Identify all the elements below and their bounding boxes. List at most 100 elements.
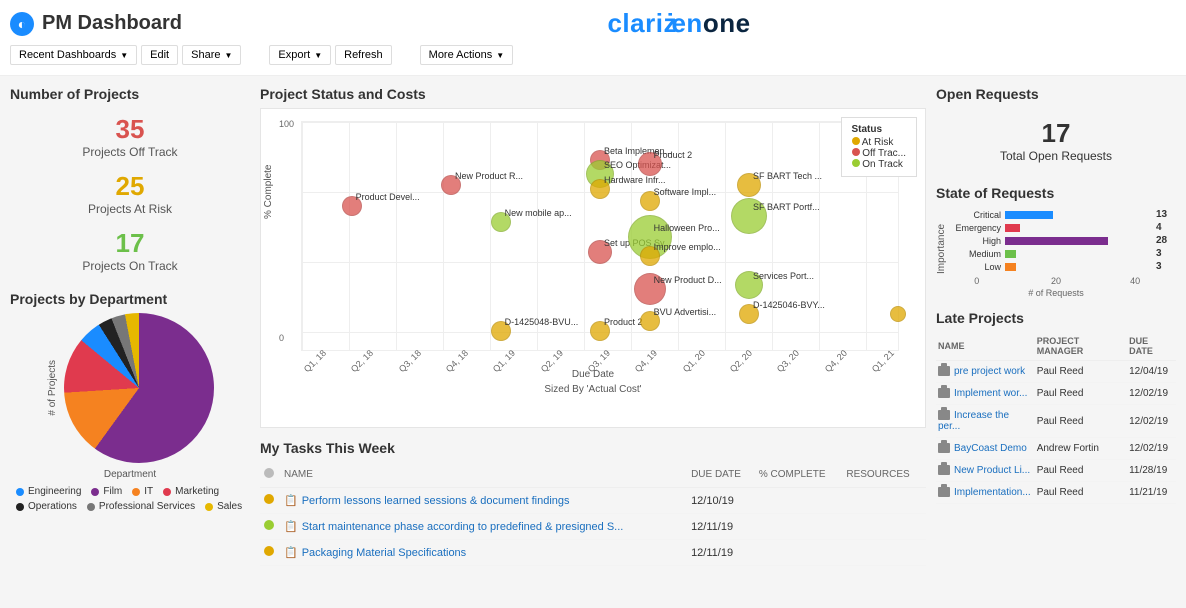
more-actions-button[interactable]: More Actions▼: [420, 45, 514, 65]
y-axis-label: Importance: [936, 207, 947, 274]
open-requests-stat[interactable]: 17 Total Open Requests: [936, 108, 1176, 173]
bar: [1005, 237, 1108, 245]
project-due: 12/04/19: [1127, 361, 1176, 383]
share-button[interactable]: Share▼: [182, 45, 241, 65]
state-of-requests-widget: State of Requests Importance Critical13 E…: [936, 185, 1176, 298]
toolbar: Recent Dashboards▼ Edit Share▼ Export▼ R…: [0, 41, 1186, 76]
column-header[interactable]: DUE DATE: [687, 462, 755, 488]
recent-dashboards-button[interactable]: Recent Dashboards▼: [10, 45, 137, 65]
bubble-chart[interactable]: % Complete 100 0 Product Devel...New Pro…: [260, 108, 926, 428]
table-row[interactable]: BayCoast Demo Andrew Fortin12/02/19: [936, 438, 1176, 460]
my-tasks-widget: My Tasks This Week NAMEDUE DATE% COMPLET…: [260, 440, 926, 566]
status-legend: Status At Risk Off Trac... On Track: [841, 117, 918, 177]
status-dot-icon: [264, 494, 274, 504]
table-row[interactable]: 📋 Packaging Material Specifications 12/11/…: [260, 540, 926, 566]
export-button[interactable]: Export▼: [269, 45, 331, 65]
table-row[interactable]: pre project work Paul Reed12/04/19: [936, 361, 1176, 383]
bar-row[interactable]: High28: [951, 235, 1176, 246]
widget-title: State of Requests: [936, 185, 1176, 201]
app-logo-icon: ◐: [10, 12, 34, 36]
stat-off-track[interactable]: 35 Projects Off Track: [10, 108, 250, 165]
briefcase-icon: [938, 410, 950, 420]
project-name: pre project work: [954, 366, 1025, 377]
table-row[interactable]: New Product Li...Paul Reed11/28/19: [936, 460, 1176, 482]
table-row[interactable]: 📋Start maintenance phase according to pr…: [260, 514, 926, 540]
edit-button[interactable]: Edit: [141, 45, 178, 65]
bar-row[interactable]: Low3: [951, 261, 1176, 272]
legend-item[interactable]: IT: [132, 486, 153, 497]
bar-chart[interactable]: Critical13 Emergency4 High28 Medium3 Low3: [951, 207, 1176, 274]
bubble-point[interactable]: [890, 306, 906, 322]
legend-item[interactable]: Film: [91, 486, 122, 497]
table-row[interactable]: Increase the per...Paul Reed12/02/19: [936, 405, 1176, 438]
briefcase-icon: [938, 487, 950, 497]
legend-item[interactable]: Off Trac...: [852, 148, 907, 159]
bar: [1005, 224, 1020, 232]
bar: [1005, 250, 1016, 258]
column-header[interactable]: NAME: [280, 462, 687, 488]
widget-title: Number of Projects: [10, 86, 250, 102]
project-manager: Paul Reed: [1035, 361, 1127, 383]
chevron-down-icon: ▼: [120, 51, 128, 60]
stat-at-risk[interactable]: 25 Projects At Risk: [10, 165, 250, 222]
widget-title: Projects by Department: [10, 291, 250, 307]
column-header[interactable]: PROJECT MANAGER: [1035, 332, 1127, 361]
task-name: Perform lessons learned sessions & docum…: [302, 495, 570, 507]
number-of-projects-widget: Number of Projects 35 Projects Off Track…: [10, 86, 250, 279]
legend-item[interactable]: Engineering: [16, 486, 81, 497]
legend-item[interactable]: At Risk: [852, 137, 907, 148]
widget-title: Late Projects: [936, 310, 1176, 326]
refresh-button[interactable]: Refresh: [335, 45, 392, 65]
table-row[interactable]: Implement wor...Paul Reed12/02/19: [936, 383, 1176, 405]
task-due: 12/11/19: [687, 514, 755, 540]
tasks-table: NAMEDUE DATE% COMPLETERESOURCES 📋 Perform…: [260, 462, 926, 566]
briefcase-icon: [938, 443, 950, 453]
late-projects-widget: Late Projects NAMEPROJECT MANAGERDUE DAT…: [936, 310, 1176, 504]
chevron-down-icon: ▼: [314, 51, 322, 60]
pie-chart[interactable]: [64, 313, 214, 463]
open-requests-widget: Open Requests 17 Total Open Requests: [936, 86, 1176, 173]
pie-legend: Engineering Film IT Marketing Operations Prof…: [10, 486, 250, 512]
bar-row[interactable]: Emergency4: [951, 222, 1176, 233]
y-axis-label: % Complete: [263, 165, 274, 219]
project-manager: Paul Reed: [1035, 482, 1127, 504]
project-name: New Product Li...: [954, 465, 1030, 476]
project-manager: Paul Reed: [1035, 405, 1127, 438]
column-header[interactable]: NAME: [936, 332, 1035, 361]
chevron-down-icon: ▼: [496, 51, 504, 60]
briefcase-icon: [938, 366, 950, 376]
legend-item[interactable]: Professional Services: [87, 501, 195, 512]
project-manager: Andrew Fortin: [1035, 438, 1127, 460]
legend-item[interactable]: Marketing: [163, 486, 219, 497]
task-icon: 📋: [284, 547, 298, 559]
legend-item[interactable]: Operations: [16, 501, 77, 512]
widget-title: Project Status and Costs: [260, 86, 926, 102]
project-due: 12/02/19: [1127, 438, 1176, 460]
status-dot-icon: [264, 520, 274, 530]
task-name: Packaging Material Specifications: [302, 547, 466, 559]
task-icon: 📋: [284, 495, 298, 507]
bar-row[interactable]: Medium3: [951, 248, 1176, 259]
table-row[interactable]: Implementation...Paul Reed11/21/19: [936, 482, 1176, 504]
task-due: 12/11/19: [687, 540, 755, 566]
widget-title: Open Requests: [936, 86, 1176, 102]
bar: [1005, 263, 1016, 271]
column-header[interactable]: RESOURCES: [842, 462, 926, 488]
bar-row[interactable]: Critical13: [951, 209, 1176, 220]
x-axis-label: Department: [104, 469, 156, 480]
column-header[interactable]: DUE DATE: [1127, 332, 1176, 361]
project-manager: Paul Reed: [1035, 383, 1127, 405]
status-header-icon: [264, 468, 274, 478]
status-dot-icon: [264, 546, 274, 556]
legend-item[interactable]: Sales: [205, 501, 242, 512]
page-title: PM Dashboard: [42, 12, 182, 35]
table-row[interactable]: 📋 Perform lessons learned sessions & docu…: [260, 488, 926, 514]
project-status-costs-widget: Project Status and Costs % Complete 100 …: [260, 86, 926, 428]
project-name: BayCoast Demo: [954, 443, 1027, 454]
project-due: 11/28/19: [1127, 460, 1176, 482]
stat-on-track[interactable]: 17 Projects On Track: [10, 222, 250, 279]
column-header[interactable]: % COMPLETE: [755, 462, 843, 488]
projects-by-department-widget: Projects by Department # of Projects Dep…: [10, 291, 250, 512]
legend-item[interactable]: On Track: [852, 159, 907, 170]
y-axis-label: # of Projects: [47, 360, 58, 416]
